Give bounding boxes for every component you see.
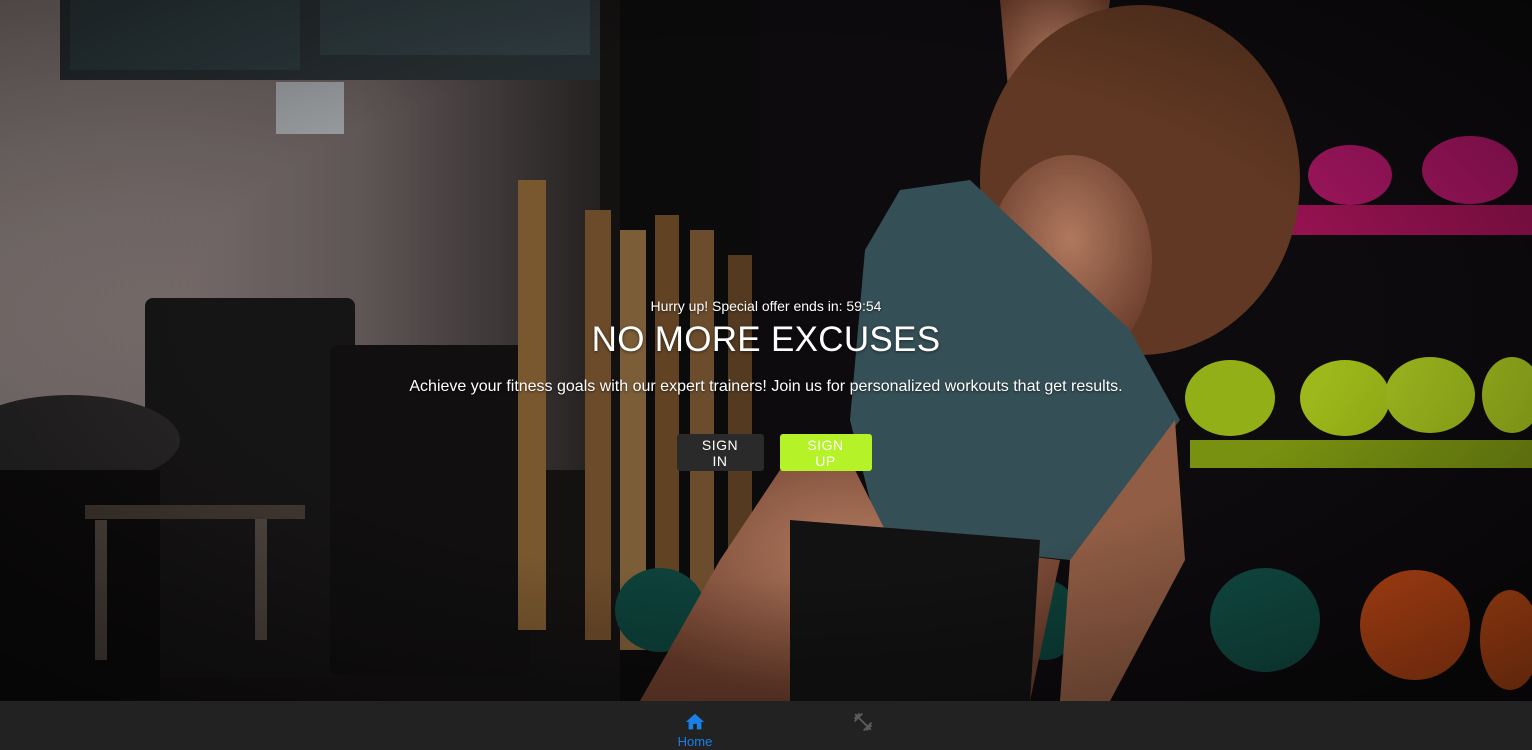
nav-item-home[interactable]: Home (670, 701, 720, 750)
bottom-navigation: Home (0, 701, 1532, 750)
home-icon (685, 713, 705, 730)
hero-content: Hurry up! Special offer ends in: 59:54 N… (0, 296, 1532, 471)
sign-in-button[interactable]: SIGN IN (676, 434, 764, 471)
dumbbell-icon (853, 712, 873, 732)
hero-subtitle: Achieve your fitness goals with our expe… (409, 378, 1123, 395)
offer-countdown: Hurry up! Special offer ends in: 59:54 (650, 298, 882, 314)
sign-up-button[interactable]: SIGN UP (779, 434, 872, 471)
nav-item-home-label: Home (677, 734, 713, 749)
hero-buttons: SIGN IN SIGN UP (0, 434, 1532, 471)
hero-section: Hurry up! Special offer ends in: 59:54 N… (0, 0, 1532, 701)
nav-item-fitness[interactable] (838, 701, 888, 750)
hero-headline: NO MORE EXCUSES (591, 320, 941, 359)
